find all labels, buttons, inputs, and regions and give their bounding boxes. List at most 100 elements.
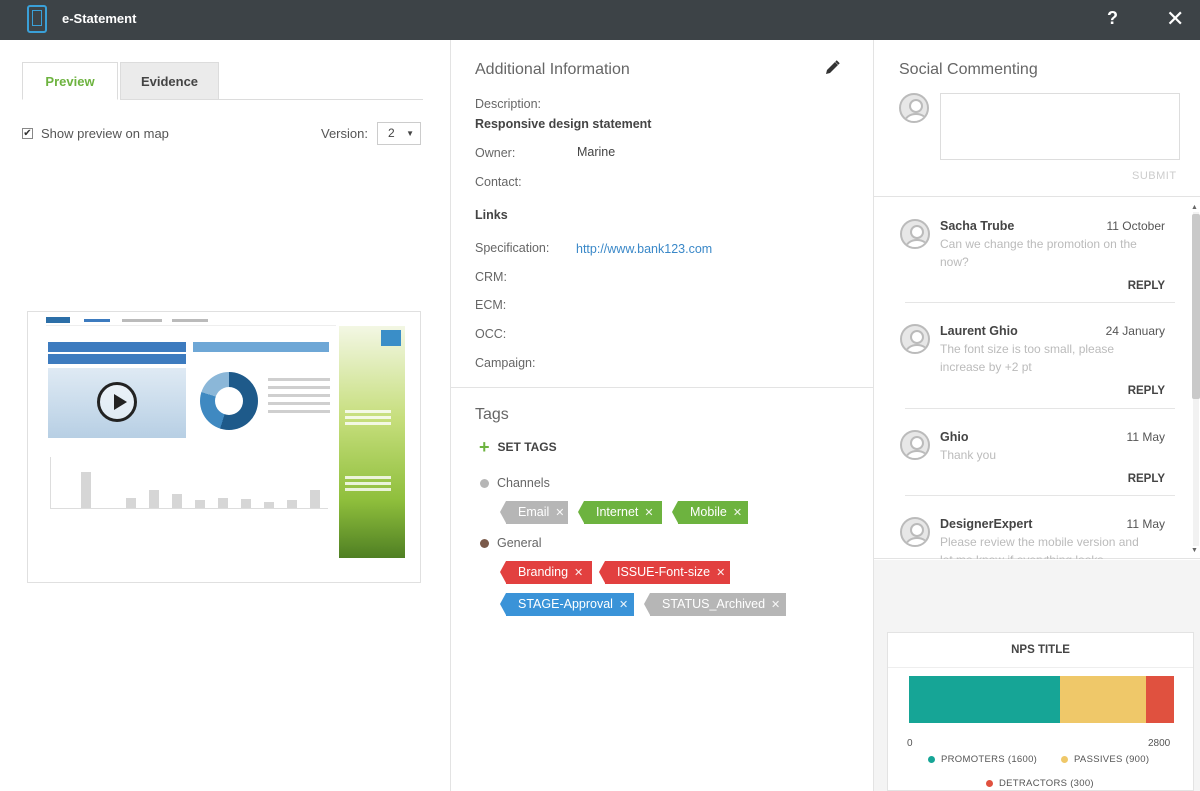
play-icon[interactable] — [97, 382, 137, 422]
version-value: 2 — [388, 126, 395, 140]
preview-mini-chart-bar — [126, 498, 136, 508]
legend-label: DETRACTORS (300) — [999, 778, 1094, 789]
comment-date: 11 May — [1126, 430, 1165, 444]
preview-mini-bar — [48, 342, 186, 352]
legend-label: PASSIVES (900) — [1074, 754, 1150, 765]
comment-input[interactable] — [940, 93, 1180, 160]
comments-scrollbar[interactable]: ▲ ▼ — [1190, 204, 1200, 556]
preview-mini-ad-text — [345, 476, 391, 479]
tabs-underline — [218, 99, 423, 100]
tag-label: Email — [518, 505, 550, 519]
set-tags-button[interactable]: + SET TAGS — [479, 438, 557, 456]
remove-tag-icon[interactable]: ✕ — [716, 567, 725, 579]
tag-email[interactable]: Email ✕ — [500, 501, 568, 524]
remove-tag-icon[interactable]: ✕ — [733, 507, 742, 519]
submit-button[interactable]: SUBMIT — [1132, 170, 1177, 182]
comment-item: DesignerExpert 11 May Please review the … — [895, 517, 1185, 559]
social-commenting-title: Social Commenting — [899, 61, 1038, 78]
additional-information-title: Additional Information — [475, 61, 630, 78]
preview-mini-ad-text — [345, 422, 391, 425]
preview-mini-donut — [200, 372, 258, 430]
remove-tag-icon[interactable]: ✕ — [555, 507, 564, 519]
tag-issue-font-size[interactable]: ISSUE-Font-size ✕ — [599, 561, 730, 584]
tag-mobile[interactable]: Mobile ✕ — [672, 501, 748, 524]
version-label: Version: — [321, 126, 368, 141]
preview-mini-bar-chart — [50, 457, 328, 509]
reply-button[interactable]: REPLY — [1128, 473, 1165, 485]
preview-mini-ad-text — [345, 410, 391, 413]
comment-text: The font size is too small, please incre… — [940, 342, 1115, 374]
show-preview-label: Show preview on map — [41, 126, 169, 141]
statement-preview-thumbnail[interactable] — [27, 311, 421, 583]
show-preview-option[interactable]: ✔ Show preview on map — [22, 126, 169, 141]
tag-status-archived[interactable]: STATUS_Archived ✕ — [644, 593, 786, 616]
preview-mini-ad-banner — [339, 326, 405, 558]
preview-mini-ad-logo — [381, 330, 401, 346]
description-label: Description: — [475, 97, 541, 111]
tag-internet[interactable]: Internet ✕ — [578, 501, 662, 524]
tag-label: STAGE-Approval — [518, 597, 613, 611]
tag-group-general: General — [480, 536, 541, 550]
help-button[interactable]: ? — [1107, 8, 1118, 29]
preview-mini-chart-bar — [241, 499, 251, 508]
nps-axis-max: 2800 — [1148, 738, 1171, 749]
tag-branding[interactable]: Branding ✕ — [500, 561, 592, 584]
comment-date: 24 January — [1105, 324, 1165, 338]
comment-author: Ghio — [940, 430, 969, 444]
comment-author: DesignerExpert — [940, 517, 1033, 531]
comment-date: 11 October — [1106, 219, 1165, 233]
scroll-up-icon[interactable]: ▲ — [1191, 204, 1198, 211]
links-title: Links — [475, 208, 508, 222]
comment-date: 11 May — [1126, 517, 1165, 531]
close-icon[interactable]: ✕ — [1166, 6, 1184, 32]
reply-button[interactable]: REPLY — [1128, 385, 1165, 397]
preview-mini-bar — [48, 354, 186, 364]
nps-divider — [888, 667, 1193, 668]
remove-tag-icon[interactable]: ✕ — [574, 567, 583, 579]
title-bar: e-Statement ? ✕ — [0, 0, 1200, 40]
remove-tag-icon[interactable]: ✕ — [771, 599, 780, 611]
nps-title: NPS TITLE — [1011, 644, 1070, 656]
preview-mini-legend — [268, 378, 330, 381]
avatar — [900, 517, 930, 547]
column-divider-left — [450, 40, 451, 791]
nps-bar-segment — [1060, 676, 1146, 723]
nps-legend-promoters: PROMOTERS (1600) — [928, 754, 1037, 765]
nps-axis-min: 0 — [907, 738, 913, 749]
remove-tag-icon[interactable]: ✕ — [644, 507, 653, 519]
comment-text: Please review the mobile version and let… — [940, 535, 1139, 559]
show-preview-checkbox[interactable]: ✔ — [22, 128, 33, 139]
tab-evidence[interactable]: Evidence — [120, 62, 219, 100]
preview-mini-logo — [46, 317, 70, 323]
nps-legend-detractors: DETRACTORS (300) — [986, 778, 1094, 789]
set-tags-label: SET TAGS — [497, 440, 557, 454]
preview-mini-legend — [268, 394, 330, 397]
reply-button[interactable]: REPLY — [1128, 280, 1165, 292]
comment-author: Laurent Ghio — [940, 324, 1018, 338]
legend-label: PROMOTERS (1600) — [941, 754, 1038, 765]
owner-label: Owner: — [475, 146, 516, 160]
tags-title: Tags — [475, 406, 509, 423]
nps-bar-segment — [1145, 676, 1174, 723]
occ-label: OCC: — [475, 327, 507, 341]
legend-dot-icon — [928, 756, 935, 763]
chevron-down-icon: ▼ — [406, 129, 414, 138]
version-select[interactable]: 2 ▼ — [377, 122, 421, 145]
remove-tag-icon[interactable]: ✕ — [619, 599, 628, 611]
scroll-down-icon[interactable]: ▼ — [1191, 547, 1198, 554]
tab-preview[interactable]: Preview — [22, 62, 118, 100]
tag-label: Mobile — [690, 505, 727, 519]
preview-mini-legend — [268, 402, 330, 405]
scroll-thumb[interactable] — [1192, 214, 1200, 399]
preview-mini-legend — [268, 410, 330, 413]
preview-mini-chart-bar — [172, 494, 182, 508]
preview-mini-legend — [268, 386, 330, 389]
preview-mini-chart-bar — [287, 500, 297, 508]
preview-mini-bar — [193, 342, 329, 352]
contact-label: Contact: — [475, 175, 522, 189]
comment-author: Sacha Trube — [940, 219, 1015, 233]
specification-link[interactable]: http://www.bank123.com — [576, 242, 712, 256]
tag-stage-approval[interactable]: STAGE-Approval ✕ — [500, 593, 634, 616]
avatar — [899, 93, 929, 123]
pencil-icon[interactable] — [823, 59, 841, 77]
